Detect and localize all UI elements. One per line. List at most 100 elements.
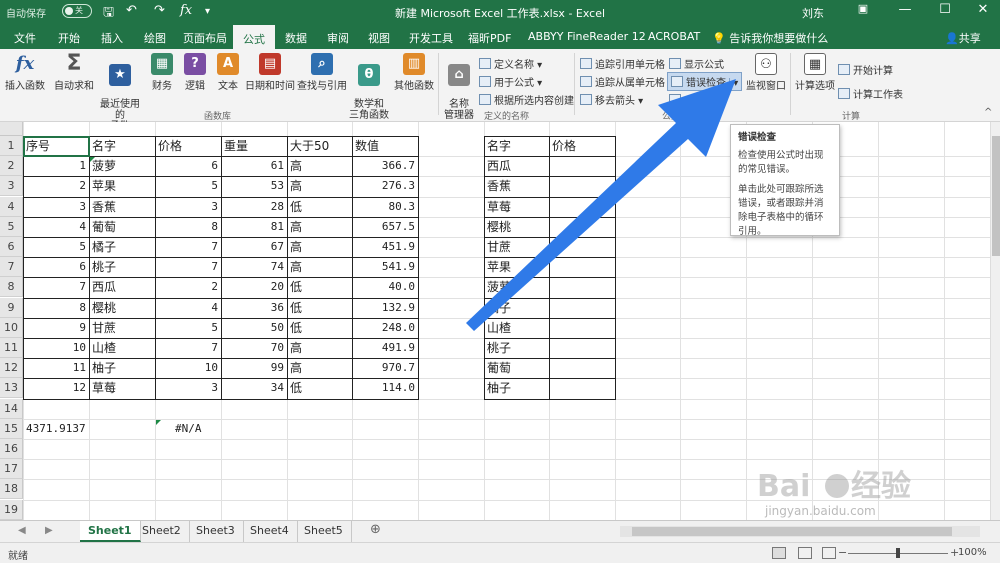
show-formulas-button[interactable]: 显示公式 (669, 56, 724, 71)
table-cell[interactable]: 5 (155, 176, 221, 196)
tab-view[interactable]: 视图 (368, 30, 390, 46)
table-cell[interactable]: 2 (155, 277, 221, 297)
table-cell[interactable]: 67 (221, 237, 287, 257)
date-time-button[interactable]: ▤ 日期和时间 (244, 53, 296, 92)
calc-options-button[interactable]: ▦ 计算选项 (794, 53, 836, 92)
calc-sheet-button[interactable]: 计算工作表 (838, 86, 903, 101)
table-cell[interactable]: 276.3 (352, 176, 418, 196)
table-cell[interactable]: 4 (155, 298, 221, 318)
table-cell[interactable]: 2 (23, 176, 89, 196)
table-cell[interactable]: 11 (23, 358, 89, 378)
sheet-tab-3[interactable]: Sheet3 (188, 521, 244, 542)
tab-page-layout[interactable]: 页面布局 (183, 30, 227, 46)
table-cell[interactable]: 132.9 (352, 298, 418, 318)
table-cell[interactable]: 6 (23, 257, 89, 277)
tab-home[interactable]: 开始 (58, 30, 80, 46)
remove-arrows-button[interactable]: 移去箭头 ▾ (580, 92, 643, 107)
table-cell[interactable]: 40.0 (352, 277, 418, 297)
row-header[interactable]: 12 (0, 358, 23, 379)
table-cell[interactable]: 高 (287, 237, 352, 257)
tab-review[interactable]: 审阅 (327, 30, 349, 46)
table-cell[interactable]: 12 (23, 378, 89, 398)
tab-draw[interactable]: 绘图 (144, 30, 166, 46)
prev-sheet-icon[interactable]: ◀ (18, 525, 26, 536)
page-break-view-icon[interactable] (822, 547, 836, 559)
row-header[interactable]: 19 (0, 499, 23, 520)
page-layout-view-icon[interactable] (798, 547, 812, 559)
table-cell[interactable]: 低 (287, 277, 352, 297)
row-header[interactable]: 10 (0, 317, 23, 338)
row-header[interactable]: 6 (0, 237, 23, 257)
table-cell[interactable]: 7 (23, 277, 89, 297)
table-cell[interactable]: 34 (221, 378, 287, 398)
table-cell[interactable]: 28 (221, 197, 287, 217)
row-header[interactable]: 1 (0, 136, 23, 156)
add-sheet-button[interactable]: ⊕ (362, 521, 389, 542)
table-cell[interactable]: 970.7 (352, 358, 418, 378)
zoom-slider[interactable] (848, 548, 948, 558)
math-trig-button[interactable]: θ 数学和 三角函数 (348, 53, 390, 121)
maximize-button[interactable]: ☐ (930, 2, 960, 22)
table-cell[interactable]: 8 (155, 217, 221, 237)
define-name-button[interactable]: 定义名称 ▾ (479, 56, 542, 71)
table-cell[interactable]: 甘蔗 (89, 318, 155, 338)
normal-view-icon[interactable] (772, 547, 786, 559)
sheet-tab-2[interactable]: Sheet2 (134, 521, 190, 542)
tab-acrobat[interactable]: ACROBAT (648, 30, 700, 43)
lookup-cell[interactable]: 柚子 (484, 378, 549, 398)
table-cell[interactable]: 山楂 (89, 338, 155, 358)
table-cell[interactable]: 低 (287, 298, 352, 318)
table-cell[interactable]: 苹果 (89, 176, 155, 196)
table-cell[interactable]: 草莓 (89, 378, 155, 398)
table-cell[interactable]: 5 (155, 318, 221, 338)
table-cell[interactable]: 36 (221, 298, 287, 318)
create-from-selection-button[interactable]: 根据所选内容创建 (479, 92, 574, 107)
table-cell[interactable]: 高 (287, 217, 352, 237)
customize-qat-icon[interactable]: ▾ (205, 6, 210, 17)
recent-functions-button[interactable]: ★ 最近使用的 函数 (96, 53, 144, 132)
lookup-cell[interactable]: 菠萝 (484, 277, 549, 297)
table-cell[interactable]: 5 (23, 237, 89, 257)
tab-foxit-pdf[interactable]: 福昕PDF (468, 30, 511, 46)
lookup-cell[interactable]: 草莓 (484, 197, 549, 217)
table-cell[interactable]: 香蕉 (89, 197, 155, 217)
table-cell[interactable]: 74 (221, 257, 287, 277)
table-cell[interactable]: 高 (287, 338, 352, 358)
tab-data[interactable]: 数据 (285, 30, 307, 46)
table-cell[interactable]: 70 (221, 338, 287, 358)
lookup-cell[interactable]: 桃子 (484, 338, 549, 358)
header-cell[interactable]: 价格 (155, 136, 221, 156)
lookup-cell[interactable]: 甘蔗 (484, 237, 549, 257)
table-cell[interactable]: 80.3 (352, 197, 418, 217)
watch-window-button[interactable]: ⚇ 监视窗口 (744, 53, 788, 92)
table-cell[interactable]: 葡萄 (89, 217, 155, 237)
table-cell[interactable]: 81 (221, 217, 287, 237)
row-header[interactable]: 11 (0, 338, 23, 358)
table-cell[interactable]: 7 (155, 237, 221, 257)
more-functions-button[interactable]: ▥ 其他函数 (393, 53, 435, 92)
lookup-header-cell[interactable]: 价格 (549, 136, 615, 156)
table-cell[interactable]: 低 (287, 197, 352, 217)
calc-now-button[interactable]: 开始计算 (838, 62, 893, 77)
tell-me-box[interactable]: 💡 告诉我你想要做什么 (712, 30, 828, 46)
lookup-cell[interactable]: 樱桃 (484, 217, 549, 237)
row-header[interactable]: 4 (0, 196, 23, 217)
table-cell[interactable]: 99 (221, 358, 287, 378)
header-cell[interactable]: 重量 (221, 136, 287, 156)
table-cell[interactable]: 3 (155, 197, 221, 217)
tab-file[interactable]: 文件 (14, 30, 36, 46)
table-cell[interactable]: 50 (221, 318, 287, 338)
undo-icon[interactable]: ↶ (126, 3, 137, 18)
row-header[interactable]: 18 (0, 479, 23, 500)
redo-icon[interactable]: ↷ (154, 3, 165, 18)
table-cell[interactable]: 高 (287, 176, 352, 196)
row-header[interactable]: 17 (0, 459, 23, 480)
lookup-header-cell[interactable]: 名字 (484, 136, 549, 156)
fx-icon[interactable]: fx (180, 3, 192, 18)
table-cell[interactable]: 柚子 (89, 358, 155, 378)
table-cell[interactable]: 491.9 (352, 338, 418, 358)
table-cell[interactable]: 高 (287, 156, 352, 176)
financial-button[interactable]: ▦ 财务 (148, 53, 176, 92)
table-cell[interactable]: 20 (221, 277, 287, 297)
error-checking-button[interactable]: 错误检查 ▾ (667, 72, 743, 91)
